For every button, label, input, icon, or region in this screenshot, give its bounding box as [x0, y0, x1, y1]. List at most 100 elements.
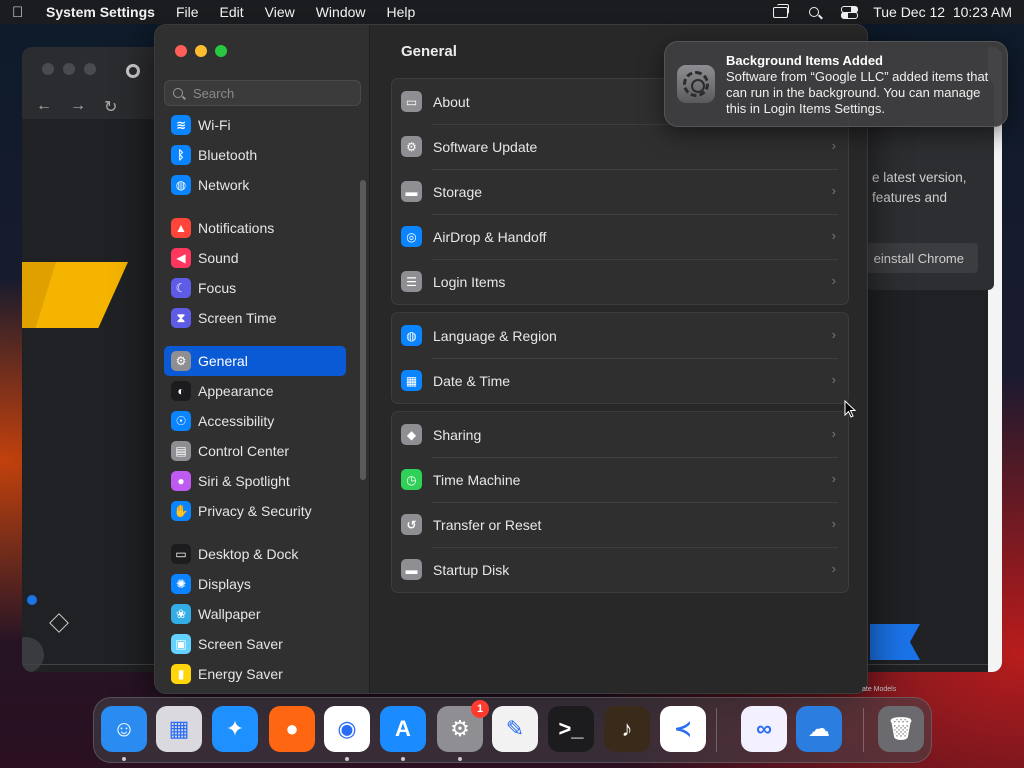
safari-icon[interactable]: ✦: [212, 706, 258, 752]
running-indicator: [345, 757, 349, 761]
sidebar-item-accessibility[interactable]: ☉ Accessibility: [164, 406, 346, 436]
sidebar-item-label: Siri & Spotlight: [198, 473, 290, 489]
sidebar-item-appearance[interactable]: ◐ Appearance: [164, 376, 346, 406]
sidebar-item-wallpaper[interactable]: ❀ Wallpaper: [164, 599, 346, 629]
chevron-right-icon: ›: [831, 561, 836, 576]
settings-row-software-update[interactable]: ⚙ Software Update ›: [392, 124, 848, 169]
sidebar-item-screen-saver[interactable]: ▣ Screen Saver: [164, 629, 346, 659]
sidebar-scrollbar[interactable]: [360, 180, 366, 480]
textedit-icon[interactable]: ✎: [492, 706, 538, 752]
visual-studio-icon[interactable]: ∞: [741, 706, 787, 752]
transfer-reset-icon: ↺: [401, 514, 422, 535]
sidebar-item-focus[interactable]: ☾ Focus: [164, 273, 346, 303]
control-center-icon[interactable]: [839, 5, 858, 19]
menu-file[interactable]: File: [176, 4, 199, 20]
sidebar-item-label: Network: [198, 177, 250, 193]
page-title: General: [401, 43, 457, 60]
sidebar-item-label: Wallpaper: [198, 606, 261, 622]
startup-disk-icon: ▬: [401, 559, 422, 580]
settings-row-label: Login Items: [433, 273, 506, 290]
settings-row-language-region[interactable]: ◍ Language & Region ›: [392, 313, 848, 358]
menu-app-name[interactable]: System Settings: [46, 4, 155, 20]
chrome-icon[interactable]: ◉: [324, 706, 370, 752]
menu-edit[interactable]: Edit: [220, 4, 244, 20]
launchpad-icon[interactable]: ▦: [156, 706, 202, 752]
sidebar-item-control-center[interactable]: ▤ Control Center: [164, 436, 346, 466]
settings-row-startup-disk[interactable]: ▬ Startup Disk ›: [392, 547, 848, 592]
firefox-icon[interactable]: ●: [269, 706, 315, 752]
menu-bar:  System Settings File Edit View Window …: [0, 0, 1024, 24]
spotlight-search-icon[interactable]: [805, 5, 823, 19]
close-window-button[interactable]: [175, 45, 187, 57]
sidebar-item-desktop-dock[interactable]: ▭ Desktop & Dock: [164, 539, 346, 569]
sidebar-item-label: Energy Saver: [198, 666, 283, 682]
sidebar-item-wi-fi[interactable]: ≋ Wi-Fi: [164, 110, 346, 140]
sidebar-item-displays[interactable]: ✺ Displays: [164, 569, 346, 599]
menu-view[interactable]: View: [265, 4, 295, 20]
sidebar-item-energy-saver[interactable]: ▮ Energy Saver: [164, 659, 346, 689]
back-arrow-icon[interactable]: ←: [36, 97, 52, 117]
sidebar-item-general[interactable]: ⚙ General: [164, 346, 346, 376]
settings-row-time-machine[interactable]: ◷ Time Machine ›: [392, 457, 848, 502]
displays-icon: ✺: [171, 574, 191, 594]
system-settings-icon[interactable]: ⚙ 1: [437, 700, 489, 752]
appearance-icon: ◐: [171, 381, 191, 401]
system-settings-gear-icon: [677, 65, 715, 103]
settings-row-date-time[interactable]: ▦ Date & Time ›: [392, 358, 848, 403]
minimize-window-button[interactable]: [195, 45, 207, 57]
sidebar-item-screen-time[interactable]: ⧗ Screen Time: [164, 303, 346, 333]
screen-time-icon: ⧗: [171, 308, 191, 328]
sidebar-item-network[interactable]: ◍ Network: [164, 170, 346, 200]
stage-manager-icon[interactable]: [771, 3, 789, 19]
settings-row-login-items[interactable]: ☰ Login Items ›: [392, 259, 848, 304]
sidebar-item-bluetooth[interactable]: ᛒ Bluetooth: [164, 140, 346, 170]
search-input[interactable]: [193, 85, 353, 101]
finder-icon[interactable]: ☺: [101, 706, 147, 752]
settings-row-transfer-or-reset[interactable]: ↺ Transfer or Reset ›: [392, 502, 848, 547]
sidebar-item-privacy-security[interactable]: ✋ Privacy & Security: [164, 496, 346, 526]
vscode-icon[interactable]: ≺: [660, 706, 706, 752]
settings-row-label: Sharing: [433, 426, 482, 443]
dock-separator: [716, 708, 717, 752]
menu-help[interactable]: Help: [387, 4, 416, 20]
settings-row-label: Startup Disk: [433, 561, 510, 578]
settings-group: ◆ Sharing › ◷ Time Machine › ↺ Transfer or Rese…: [391, 411, 849, 593]
accessibility-icon: ☉: [171, 411, 191, 431]
bluetooth-icon: ᛒ: [171, 145, 191, 165]
apple-menu-icon[interactable]: : [12, 4, 32, 21]
chevron-right-icon: ›: [831, 183, 836, 198]
chevron-right-icon: ›: [831, 426, 836, 441]
terminal-icon[interactable]: >_: [548, 706, 594, 752]
date-time-icon: ▦: [401, 370, 422, 391]
sidebar-item-label: Notifications: [198, 220, 275, 236]
settings-row-airdrop-handoff[interactable]: ◎ AirDrop & Handoff ›: [392, 214, 848, 259]
reload-icon[interactable]: ↻: [104, 97, 117, 117]
menu-clock[interactable]: Tue Dec 12 10:23 AM: [873, 4, 1012, 20]
settings-row-sharing[interactable]: ◆ Sharing ›: [392, 412, 848, 457]
trash-icon[interactable]: 🗑: [878, 706, 924, 752]
chrome-tab-favicon-icon[interactable]: [126, 64, 140, 78]
sidebar-search[interactable]: [164, 80, 361, 106]
app-store-icon[interactable]: A: [380, 706, 426, 752]
settings-sidebar: ≋ Wi-Fi ᛒ Bluetooth ◍ Network ▲ Notifications ◀ S…: [155, 25, 370, 693]
yellow-graphic: [22, 262, 128, 328]
sound-icon: ◀: [171, 248, 191, 268]
sidebar-item-notifications[interactable]: ▲ Notifications: [164, 213, 346, 243]
reinstall-chrome-button[interactable]: einstall Chrome: [866, 243, 978, 273]
forward-arrow-icon[interactable]: →: [70, 97, 86, 117]
weather-icon[interactable]: ☁: [796, 706, 842, 752]
sidebar-item-label: Focus: [198, 280, 237, 296]
chrome-footer-text: ate Models: [862, 686, 897, 693]
background-items-notification[interactable]: Background Items Added Software from “Go…: [664, 41, 1008, 127]
settings-row-storage[interactable]: ▬ Storage ›: [392, 169, 848, 214]
sidebar-item-siri-spotlight[interactable]: ● Siri & Spotlight: [164, 466, 346, 496]
sidebar-item-sound[interactable]: ◀ Sound: [164, 243, 346, 273]
control-center-icon: ▤: [171, 441, 191, 461]
sidebar-item-label: Bluetooth: [198, 147, 258, 163]
energy-saver-icon: ▮: [171, 664, 191, 684]
zoom-window-button[interactable]: [215, 45, 227, 57]
sidebar-item-label: Desktop & Dock: [198, 546, 299, 562]
garageband-icon[interactable]: ♪: [604, 706, 650, 752]
menu-window[interactable]: Window: [316, 4, 366, 20]
grey-circle-graphic: [22, 637, 44, 672]
